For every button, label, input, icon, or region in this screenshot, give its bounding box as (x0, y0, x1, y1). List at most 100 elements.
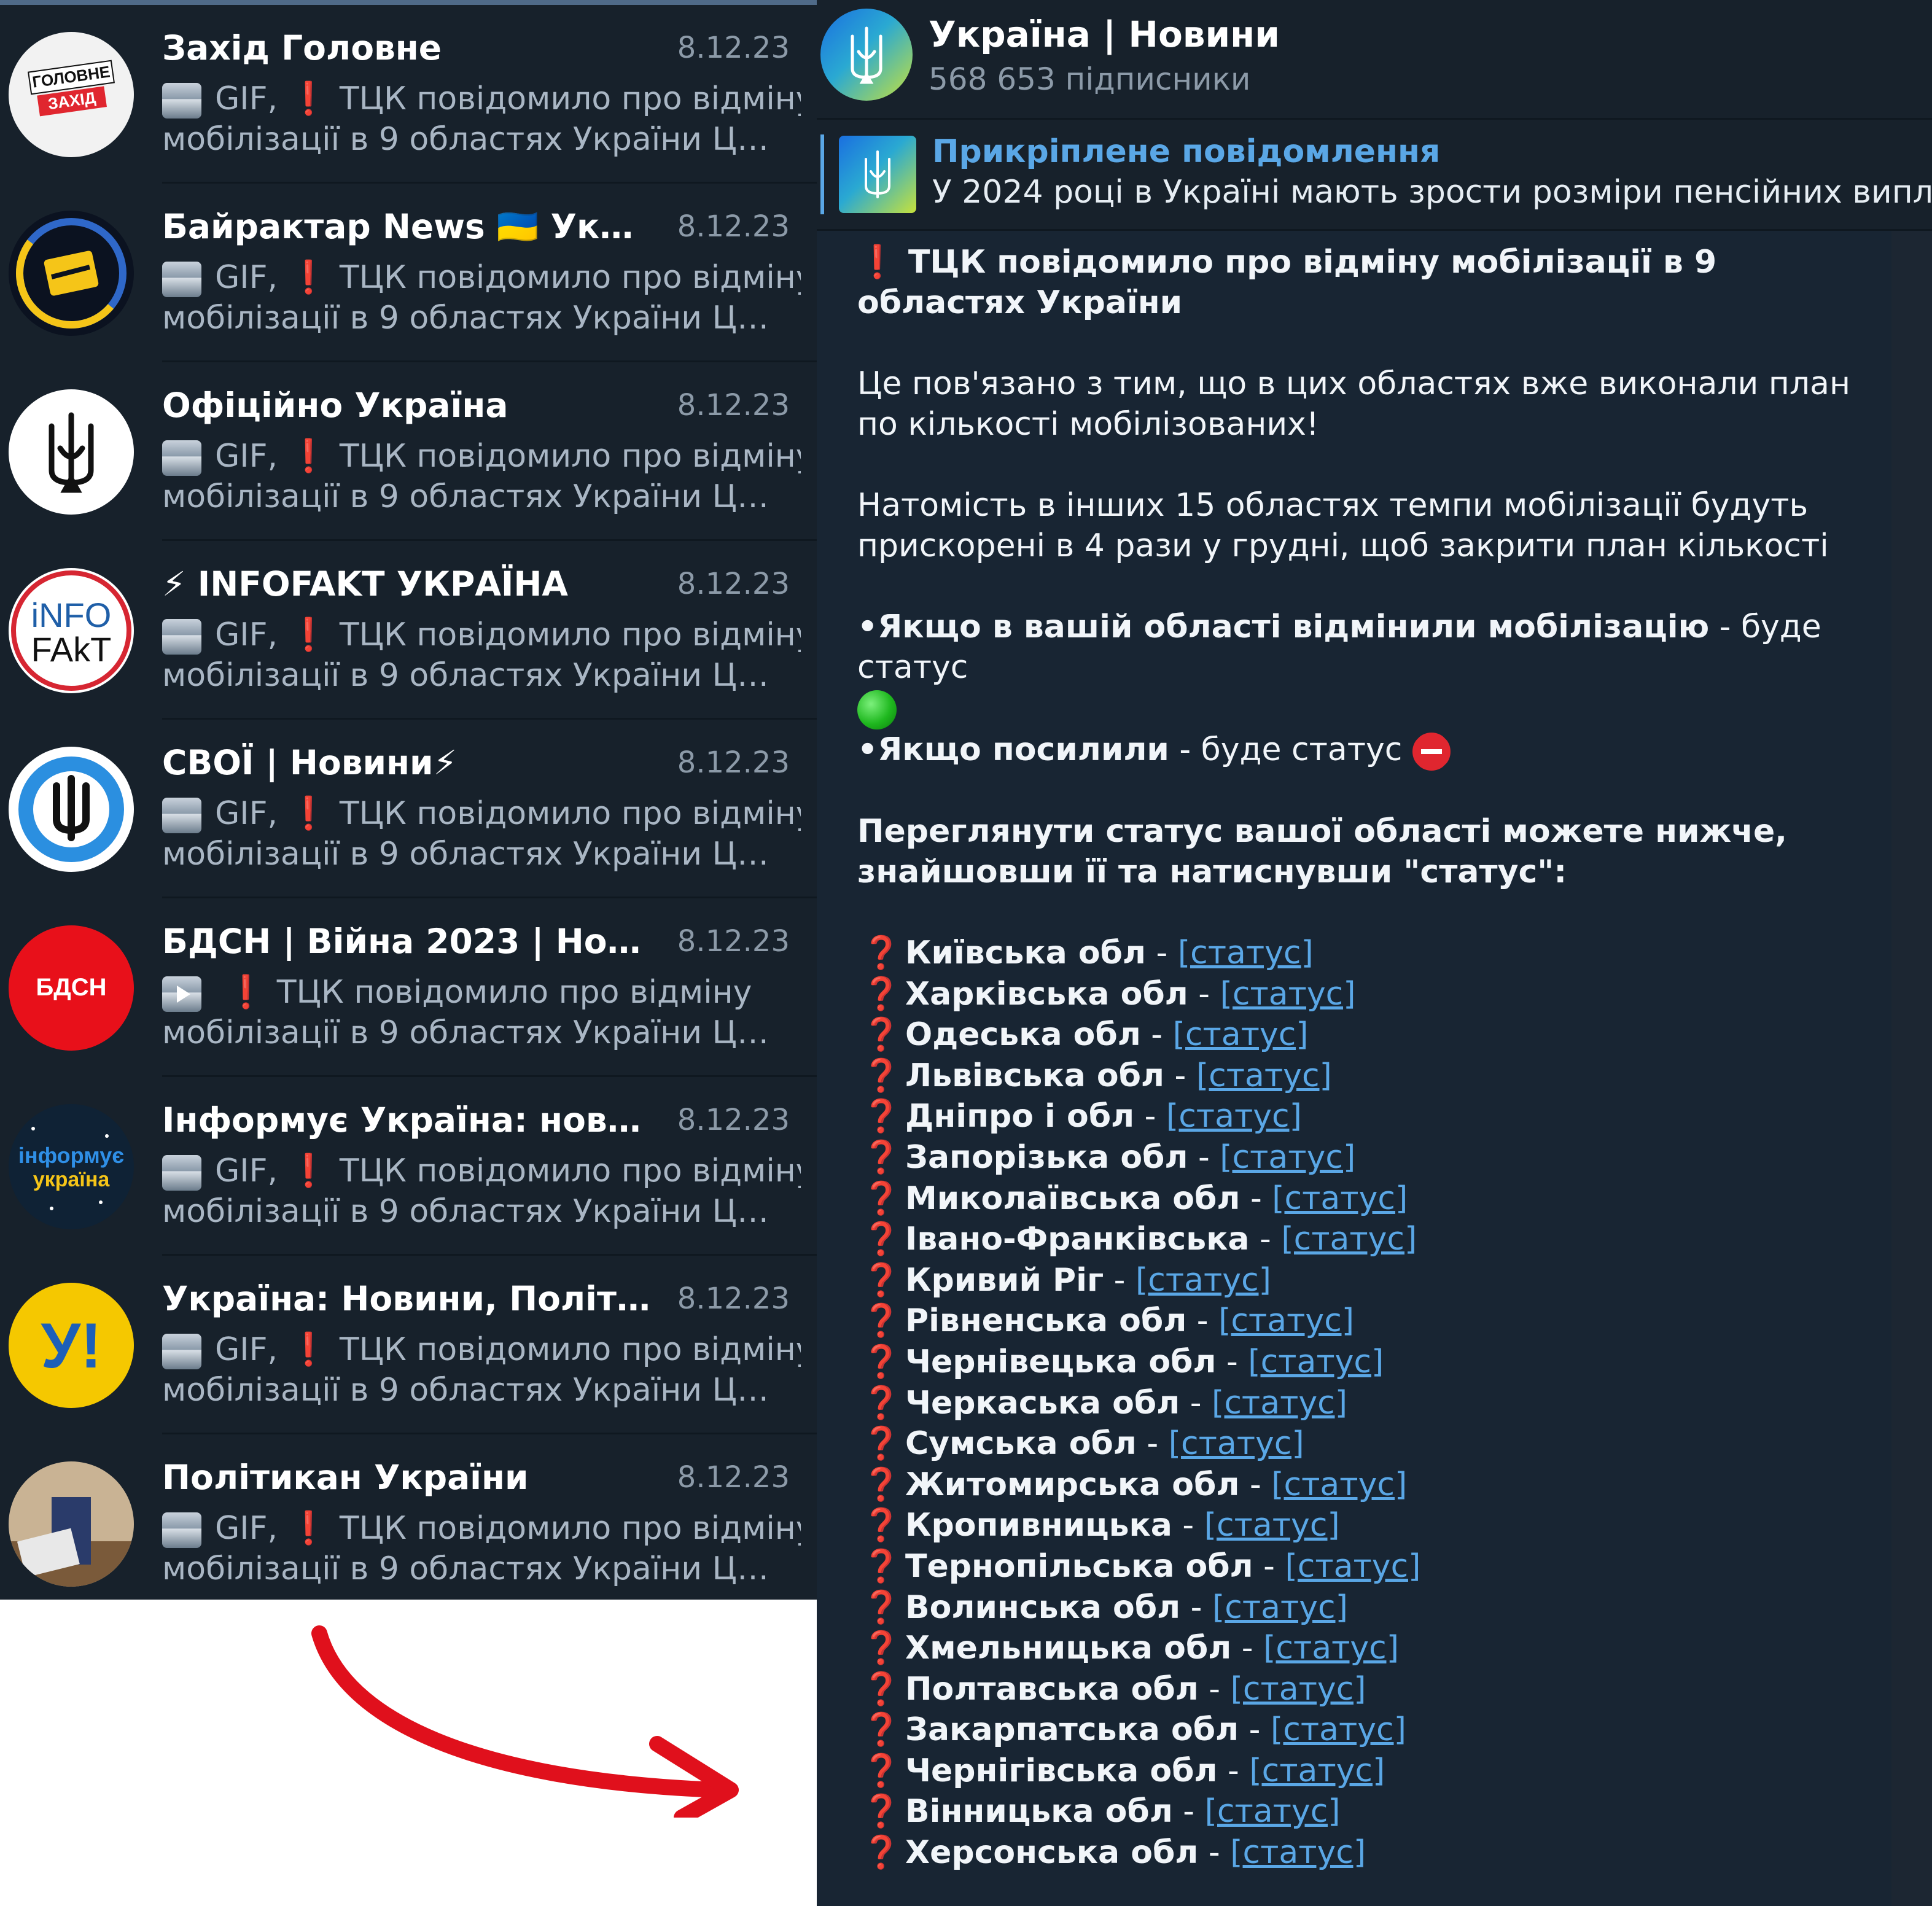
chat-row[interactable]: БДСН БДСН | Війна 2023 | Новини 8.12.23 … (0, 898, 817, 1077)
svg-text:інформує: інформує (18, 1143, 124, 1168)
media-type-label: GIF, (215, 617, 278, 653)
region-item: ❓ Харківська обл - [статус] (857, 974, 1852, 1015)
region-list: ❓ Київська обл - [статус] ❓ Харківська обл … (857, 933, 1852, 1873)
region-name: Київська обл (905, 935, 1146, 971)
region-item: ❓ Житомирська обл - [статус] (857, 1465, 1852, 1506)
region-item: ❓ Сумська обл - [статус] (857, 1423, 1852, 1465)
channel-title: Україна | Новини (929, 14, 1280, 55)
heading-text: ТЦК повідомило про відміну мобілізації в… (857, 244, 1717, 321)
preview-line-2: мобілізації в 9 областях України Це... (162, 1550, 776, 1587)
chat-row[interactable]: інформує україна Інформує Україна: новин… (0, 1077, 817, 1256)
status-link[interactable]: [статус] (1281, 1221, 1417, 1258)
status-link[interactable]: [статус] (1230, 1834, 1366, 1871)
gif-thumbnail (162, 1334, 201, 1369)
chat-row[interactable]: СВОЇ | Новини⚡ 8.12.23 GIF, ❗ ТЦК повідоми… (0, 720, 817, 898)
region-item: ❓ Одеська обл - [статус] (857, 1014, 1852, 1056)
subscriber-count: 568 653 підписники (929, 61, 1251, 97)
dash-separator: - (1136, 1425, 1169, 1463)
dash-separator: - (1217, 1752, 1250, 1789)
preview-line-1: ТЦК повідомило про відміну (339, 1153, 801, 1189)
region-item: ❓ Чернігівська обл - [статус] (857, 1751, 1852, 1792)
status-link[interactable]: [статус] (1135, 1262, 1271, 1299)
status-link[interactable]: [статус] (1204, 1507, 1340, 1544)
status-link[interactable]: [статус] (1178, 935, 1314, 971)
region-name: Сумська обл (905, 1425, 1137, 1463)
region-item: ❓ Черкаська обл - [статус] (857, 1383, 1852, 1424)
preview-line-2: мобілізації в 9 областях України Це... (162, 836, 776, 873)
status-link[interactable]: [статус] (1263, 1630, 1399, 1667)
chat-row[interactable]: Політикан України 8.12.23 GIF, ❗ ТЦК повід… (0, 1434, 817, 1600)
region-name: Кривий Ріг (905, 1261, 1104, 1299)
region-item: ❓ Полтавська обл - [статус] (857, 1669, 1852, 1710)
region-item: ❓ Хмельницька обл - [статус] (857, 1628, 1852, 1669)
message-paragraph-2: Натомість в інших 15 областях темпи мобі… (857, 487, 1829, 564)
dash-separator: - (1172, 1507, 1204, 1544)
status-legend: •Якщо в вашій області відмінили мобіліза… (857, 607, 1852, 771)
status-link[interactable]: [статус] (1173, 1016, 1309, 1053)
status-link[interactable]: [статус] (1205, 1793, 1341, 1830)
region-name: Харківська обл (905, 975, 1188, 1013)
question-mark-icon: ❓ (861, 1098, 902, 1135)
question-mark-icon: ❓ (861, 1752, 902, 1789)
status-link[interactable]: [статус] (1271, 1466, 1407, 1503)
video-thumbnail (162, 976, 201, 1012)
dash-separator: - (1180, 1589, 1212, 1626)
chat-date: 8.12.23 (677, 31, 790, 65)
chat-avatar: ГОЛОВНЕ ЗАХІД (9, 32, 134, 157)
question-mark-icon: ❓ (861, 1670, 902, 1708)
status-link[interactable]: [статус] (1218, 1302, 1354, 1339)
message-heading: ❗ ТЦК повідомило про відміну мобілізації… (857, 242, 1852, 323)
media-type-label: GIF, (215, 1331, 278, 1368)
pinned-text: У 2024 році в Україні мають зрости розмі… (932, 174, 1932, 211)
status-link[interactable]: [статус] (1196, 1057, 1332, 1094)
question-mark-icon: ❓ (861, 1547, 902, 1585)
region-name: Рівненська обл (905, 1302, 1187, 1340)
trident-icon (865, 150, 890, 198)
chat-row[interactable]: Офіційно Україна 8.12.23 GIF, ❗ ТЦК повідо… (0, 362, 817, 541)
trident-icon (851, 26, 882, 84)
channel-avatar[interactable] (820, 9, 913, 101)
region-item: ❓ Закарпатська обл - [статус] (857, 1710, 1852, 1751)
message-body: ❗ ТЦК повідомило про відміну мобілізації… (857, 242, 1852, 1873)
chat-preview: GIF, ❗ ТЦК повідомило про відміну мобіліза… (162, 1508, 801, 1589)
region-item: ❓ Миколаївська обл - [статус] (857, 1178, 1852, 1219)
status-link[interactable]: [статус] (1212, 1385, 1347, 1422)
pinned-message-bar[interactable]: Прикріплене повідомлення У 2024 році в У… (817, 120, 1932, 231)
status-link[interactable]: [статус] (1231, 1671, 1366, 1708)
status-link[interactable]: [статус] (1249, 1752, 1385, 1789)
green-circle-icon (857, 690, 897, 729)
preview-line-2: мобілізації в 9 областях України Це... (162, 1193, 776, 1230)
channel-header[interactable]: Україна | Новини 568 653 підписники (817, 0, 1932, 120)
exclamation-icon: ❗ (289, 795, 329, 832)
cta-text: Переглянути статус вашої області можете … (857, 813, 1787, 890)
preview-line-1: ТЦК повідомило про відміну (276, 974, 752, 1011)
status-link[interactable]: [статус] (1248, 1344, 1384, 1380)
gif-thumbnail (162, 83, 201, 119)
status-link[interactable]: [статус] (1220, 1139, 1355, 1176)
dash-separator: - (1188, 1138, 1220, 1176)
status-link[interactable]: [статус] (1271, 1711, 1406, 1748)
region-name: Кропивницька (905, 1507, 1172, 1544)
chat-date: 8.12.23 (677, 1103, 790, 1137)
chat-row[interactable]: Байрактар News 🇺🇦 Україна 8.12.23 GIF, ❗ Т… (0, 184, 817, 362)
region-item: ❓ Рівненська обл - [статус] (857, 1301, 1852, 1342)
region-name: Запорізька обл (905, 1138, 1188, 1176)
region-name: Дніпро і обл (905, 1098, 1135, 1135)
exclamation-icon: ❗ (289, 617, 329, 653)
status-link[interactable]: [статус] (1169, 1425, 1304, 1462)
region-item: ❓ Херсонська обл - [статус] (857, 1832, 1852, 1873)
gif-thumbnail (162, 262, 201, 297)
status-link[interactable]: [статус] (1272, 1180, 1408, 1217)
chat-row[interactable]: У! Україна: Новини, Політика 8.12.23 GIF… (0, 1256, 817, 1434)
chat-title: Україна: Новини, Політика (162, 1279, 653, 1318)
status-link[interactable]: [статус] (1285, 1548, 1420, 1585)
status-link[interactable]: [статус] (1166, 1098, 1302, 1135)
svg-text:FAkT: FAkT (31, 630, 112, 669)
chat-preview: ❗ ТЦК повідомило про відміну мобілізації … (162, 972, 801, 1053)
status-link[interactable]: [статус] (1212, 1589, 1348, 1626)
chat-row[interactable]: iNFO FAkT ⚡ INFOFAKT УКРАЇНА 8.12.23 GIF… (0, 541, 817, 720)
chat-row[interactable]: ГОЛОВНЕ ЗАХІД Захід Головне 8.12.23 GIF,… (0, 5, 817, 184)
exclamation-icon: ❗ (289, 1153, 329, 1189)
gif-thumbnail (162, 798, 201, 833)
status-link[interactable]: [статус] (1220, 976, 1356, 1013)
